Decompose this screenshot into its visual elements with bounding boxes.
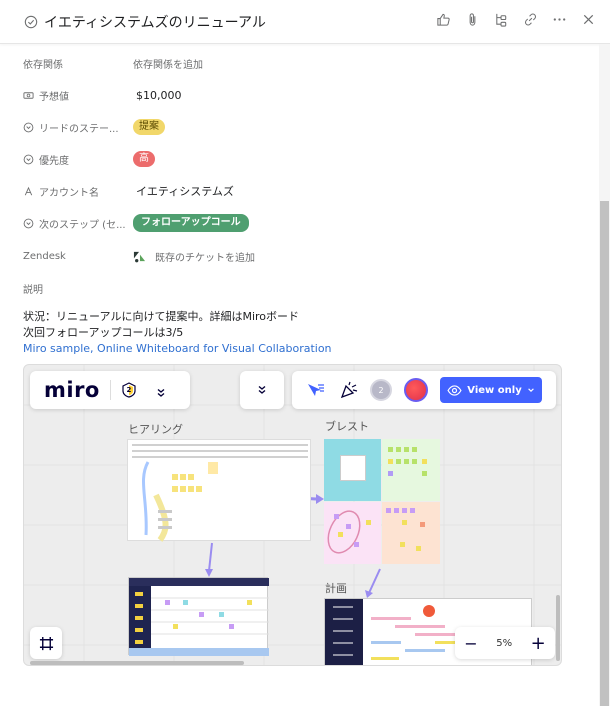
field-label-description: 説明 [23,284,43,296]
money-icon [23,91,34,99]
miro-logo-bar: miro 2 [30,371,190,409]
scrollbar-thumb[interactable] [600,201,609,706]
collapse-toolbar-button[interactable] [240,371,284,409]
fit-screen-icon [39,636,53,650]
field-label-estimate: 予想値 [23,85,69,105]
brainstorm-quadrant-pink[interactable] [324,502,381,564]
miro-right-toolbar: 2 View only [292,371,556,409]
collaborator-count-avatar[interactable]: 2 [370,379,392,401]
miro-logo[interactable]: miro [44,378,100,402]
eye-icon [447,384,462,396]
text-field-icon [24,186,33,195]
zendesk-add-ticket[interactable]: 既存のチケットを追加 [133,246,255,266]
sticky-notes-orange [386,508,425,551]
embed-vertical-scrollbar[interactable] [556,595,560,661]
add-dependency-link[interactable]: 依存関係を追加 [133,53,203,73]
embed-horizontal-scrollbar[interactable] [30,661,244,665]
fit-to-screen-button[interactable] [30,627,62,659]
more-icon[interactable] [551,11,567,27]
estimate-value[interactable]: $10,000 [136,85,182,105]
task-header: イエティシステムズのリニューアル [0,0,610,44]
header-actions [435,11,596,27]
dropdown-circle-icon [23,122,34,132]
celebrate-icon[interactable] [340,381,358,399]
zendesk-logo-icon [133,251,146,262]
frame-label-brainstorm: ブレスト [325,420,369,433]
field-label-account: アカウント名 [23,181,99,201]
like-icon[interactable] [435,11,451,27]
zoom-controls: − 5% + [455,627,555,659]
brainstorm-quadrant-green[interactable] [382,439,440,501]
lead-stage-pill[interactable]: 提案 [133,119,165,135]
expand-icon[interactable] [155,384,167,397]
field-label-zendesk: Zendesk [23,250,66,262]
sticky-notes-pink [327,510,371,554]
dropdown-circle-icon [23,218,34,228]
field-label-dependency: 依存関係 [23,59,63,71]
zoom-in-button[interactable]: + [531,633,546,654]
check-circle-icon[interactable] [24,15,38,29]
subtask-icon[interactable] [493,11,509,27]
chevron-down-icon [527,388,534,392]
followup-table-content [129,578,269,656]
double-chevron-down-icon [258,385,266,394]
description-body[interactable]: 状況：リニューアルに向けて提案中。詳細はMiroボード 次回フォローアップコール… [23,309,332,357]
description-line-1: 状況：リニューアルに向けて提案中。詳細はMiroボード [23,310,300,323]
brainstorm-image-card [340,455,366,481]
divider [109,380,111,400]
field-label-lead-stage: リードのステー... [23,117,119,137]
frame-hearing[interactable] [127,439,311,542]
attachment-icon[interactable] [464,11,480,27]
next-step-value[interactable]: フォローアップコール [133,213,249,233]
account-value[interactable]: イエティシステムズ [136,181,234,201]
brainstorm-quadrant-orange[interactable] [382,502,440,564]
link-icon[interactable] [522,11,538,27]
lead-stage-value[interactable]: 提案 [133,117,165,137]
priority-pill[interactable]: 高 [133,151,155,167]
priority-value[interactable]: 高 [133,149,155,169]
sticky-notes-green [388,447,427,476]
brainstorm-quadrant-cyan[interactable] [324,439,381,501]
cursor-icon[interactable] [306,382,326,398]
dropdown-circle-icon [23,154,34,164]
field-label-next-step: 次のステップ (セ... [23,213,126,233]
field-label-priority: 優先度 [23,149,69,169]
task-title[interactable]: イエティシステムズのリニューアル [44,12,266,32]
zoom-out-button[interactable]: − [464,634,477,653]
frame-label-plan: 計画 [325,582,347,595]
close-icon[interactable] [580,11,596,27]
frame-followup-table[interactable] [128,577,269,656]
badge-count: 2 [126,386,132,394]
description-line-2: 次回フォローアップコールは3/5 [23,326,184,339]
miro-embed[interactable]: miro 2 2 View only ヒアリング ブレスト 計画 − 5% + [23,364,562,666]
miro-link[interactable]: Miro sample, Online Whiteboard for Visua… [23,342,332,355]
hearing-content [132,444,308,542]
frame-label-hearing: ヒアリング [128,423,183,436]
next-step-pill[interactable]: フォローアップコール [133,214,249,232]
board-badge-icon[interactable]: 2 [121,382,137,398]
view-only-button[interactable]: View only [440,377,542,403]
user-avatar[interactable] [404,378,428,402]
zoom-level: 5% [496,637,513,649]
